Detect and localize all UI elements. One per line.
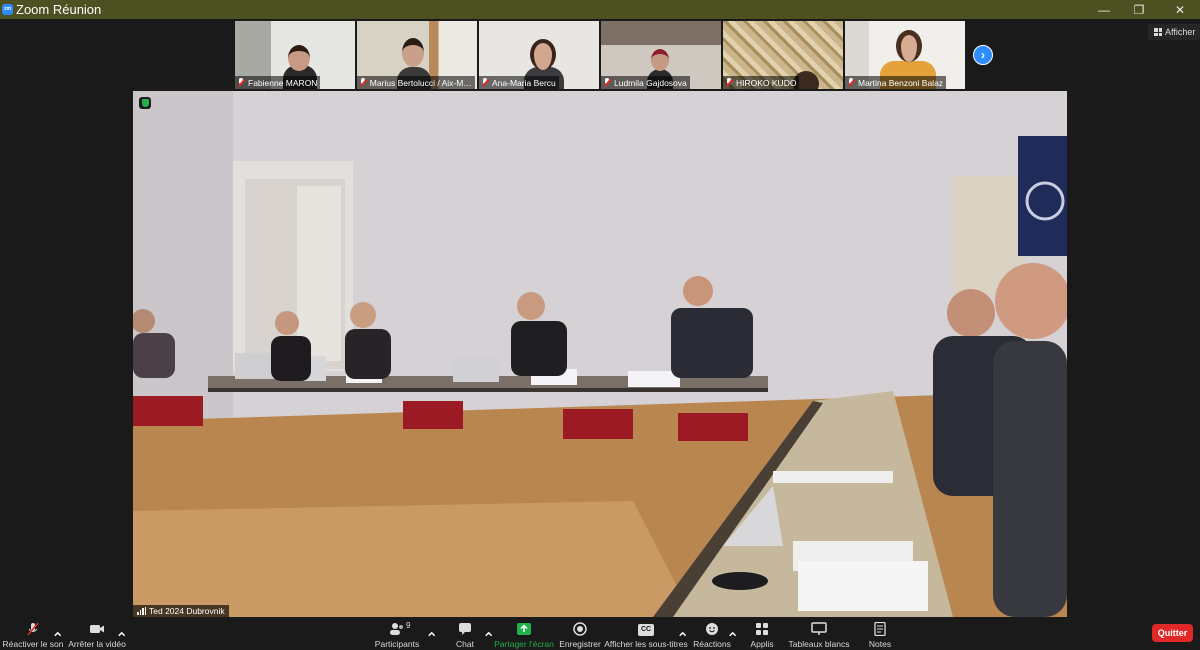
chat-button[interactable]: Chat	[454, 619, 476, 649]
participant-tile[interactable]: Martina Benzoni Balaz	[845, 21, 965, 89]
window-title: Zoom Réunion	[16, 2, 102, 17]
apps-label: Applis	[750, 639, 774, 649]
participant-namebar: Ana-Maria Bercu	[479, 76, 559, 89]
encryption-shield-icon[interactable]	[139, 97, 151, 109]
view-button-label: Afficher	[1165, 27, 1196, 37]
participant-tile[interactable]: Ludmila Gajdosova	[601, 21, 721, 89]
chat-label: Chat	[456, 639, 474, 649]
participants-button[interactable]: Participants	[374, 619, 420, 649]
next-page-button[interactable]: ›	[973, 45, 993, 65]
participant-tile[interactable]: HIROKO KUDO	[723, 21, 843, 89]
video-camera-icon	[90, 625, 104, 633]
audio-options-caret-icon[interactable]: ⌃	[51, 619, 64, 649]
participants-icon	[390, 623, 403, 635]
record-icon	[573, 622, 587, 636]
smiley-icon	[706, 623, 718, 635]
record-button[interactable]: Enregistrer	[559, 619, 601, 649]
apps-icon	[756, 623, 768, 635]
title-bar: zm Zoom Réunion — ❐ ✕	[0, 0, 1200, 19]
participant-name: Ana-Maria Bercu	[492, 77, 556, 88]
closed-captions-icon: CC	[638, 624, 654, 636]
share-screen-label: Partager l'écran	[494, 639, 554, 649]
muted-mic-icon	[27, 622, 39, 636]
speaker-name-tag: Ted 2024 Dubrovnik	[133, 605, 229, 617]
participant-tile[interactable]: Fabienne MARON	[235, 21, 355, 89]
quit-button[interactable]: Quitter	[1152, 624, 1193, 642]
record-label: Enregistrer	[559, 639, 601, 649]
notes-button[interactable]: Notes	[869, 619, 891, 649]
participant-tile[interactable]: Ana-Maria Bercu	[479, 21, 599, 89]
view-button[interactable]: Afficher	[1148, 24, 1200, 40]
conference-room-scene	[133, 91, 1067, 617]
share-screen-icon	[517, 623, 531, 635]
grid-icon	[1154, 28, 1162, 36]
participants-label: Participants	[374, 639, 420, 649]
signal-bars-icon	[137, 607, 146, 615]
participant-namebar: HIROKO KUDO	[723, 76, 800, 89]
participant-name: Fabienne MARON	[248, 77, 318, 88]
participant-name: Martina Benzoni Balaz	[858, 77, 944, 88]
participant-name: Ludmila Gajdosova	[614, 77, 687, 88]
chat-bubble-icon	[459, 623, 471, 635]
participant-namebar: Marius Bertolucci / Aix-Ma...	[357, 76, 475, 89]
whiteboards-button[interactable]: Tableaux blancs	[788, 619, 850, 649]
notes-icon	[874, 622, 886, 636]
participants-count: 9	[406, 621, 411, 630]
show-captions-button[interactable]: CC Afficher les sous-titres	[604, 619, 688, 649]
muted-mic-icon	[725, 78, 733, 87]
zoom-logo-icon: zm	[2, 4, 13, 15]
participants-options-caret-icon[interactable]: ⌃	[425, 619, 438, 649]
minimize-icon[interactable]: —	[1086, 0, 1122, 19]
participant-tile[interactable]: Marius Bertolucci / Aix-Ma...	[357, 21, 477, 89]
main-video[interactable]: Ted 2024 Dubrovnik	[133, 91, 1067, 617]
muted-mic-icon	[603, 78, 611, 87]
muted-mic-icon	[359, 78, 367, 87]
participant-namebar: Ludmila Gajdosova	[601, 76, 690, 89]
whiteboard-icon	[811, 622, 827, 635]
chevron-right-icon: ›	[981, 48, 985, 62]
muted-mic-icon	[237, 78, 245, 87]
close-icon[interactable]: ✕	[1162, 0, 1198, 19]
video-options-caret-icon[interactable]: ⌃	[115, 619, 128, 649]
captions-options-caret-icon[interactable]: ⌃	[676, 619, 689, 649]
meeting-toolbar: Réactiver le son ⌃ Arrêter la vidéo ⌃ Pa…	[0, 617, 1200, 650]
participant-filmstrip: Fabienne MARON Marius Bertolucci / Aix-M…	[235, 21, 965, 89]
reactions-options-caret-icon[interactable]: ⌃	[726, 619, 739, 649]
participant-namebar: Martina Benzoni Balaz	[845, 76, 947, 89]
share-screen-button[interactable]: Partager l'écran	[494, 619, 554, 649]
participant-namebar: Fabienne MARON	[235, 76, 321, 89]
speaker-name: Ted 2024 Dubrovnik	[149, 606, 225, 616]
muted-mic-icon	[847, 78, 855, 87]
whiteboards-label: Tableaux blancs	[788, 639, 850, 649]
participant-name: HIROKO KUDO	[736, 77, 797, 88]
muted-mic-icon	[481, 78, 489, 87]
apps-button[interactable]: Applis	[750, 619, 774, 649]
restore-icon[interactable]: ❐	[1121, 0, 1157, 19]
participant-name: Marius Bertolucci / Aix-Ma...	[369, 77, 472, 88]
reactions-button[interactable]: Réactions	[693, 619, 731, 649]
notes-label: Notes	[868, 639, 892, 649]
